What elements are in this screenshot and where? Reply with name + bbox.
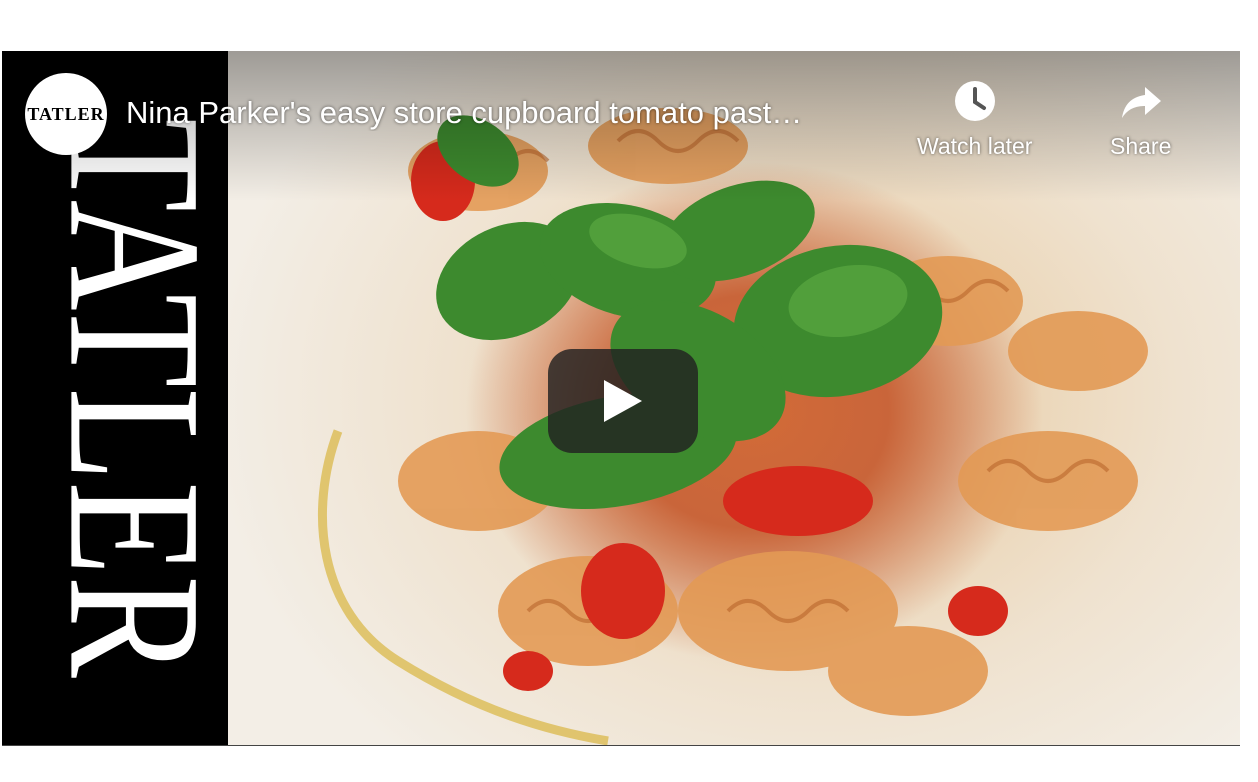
play-button[interactable]: [548, 349, 698, 453]
channel-avatar[interactable]: TATLER: [25, 73, 107, 155]
watch-later-label: Watch later: [917, 133, 1033, 159]
play-icon: [604, 380, 642, 422]
svg-text:TATLER: TATLER: [29, 118, 228, 678]
clock-icon: [954, 81, 995, 121]
channel-avatar-label: TATLER: [27, 103, 105, 124]
share-button[interactable]: Share: [1110, 79, 1171, 160]
watch-later-button[interactable]: Watch later: [917, 79, 1032, 160]
share-label: Share: [1110, 133, 1172, 159]
share-arrow-icon: [1121, 87, 1161, 118]
video-title[interactable]: Nina Parker's easy store cupboard tomato…: [126, 95, 906, 131]
video-player[interactable]: TATLER TATLER Nina Parker's easy store c…: [2, 51, 1240, 746]
